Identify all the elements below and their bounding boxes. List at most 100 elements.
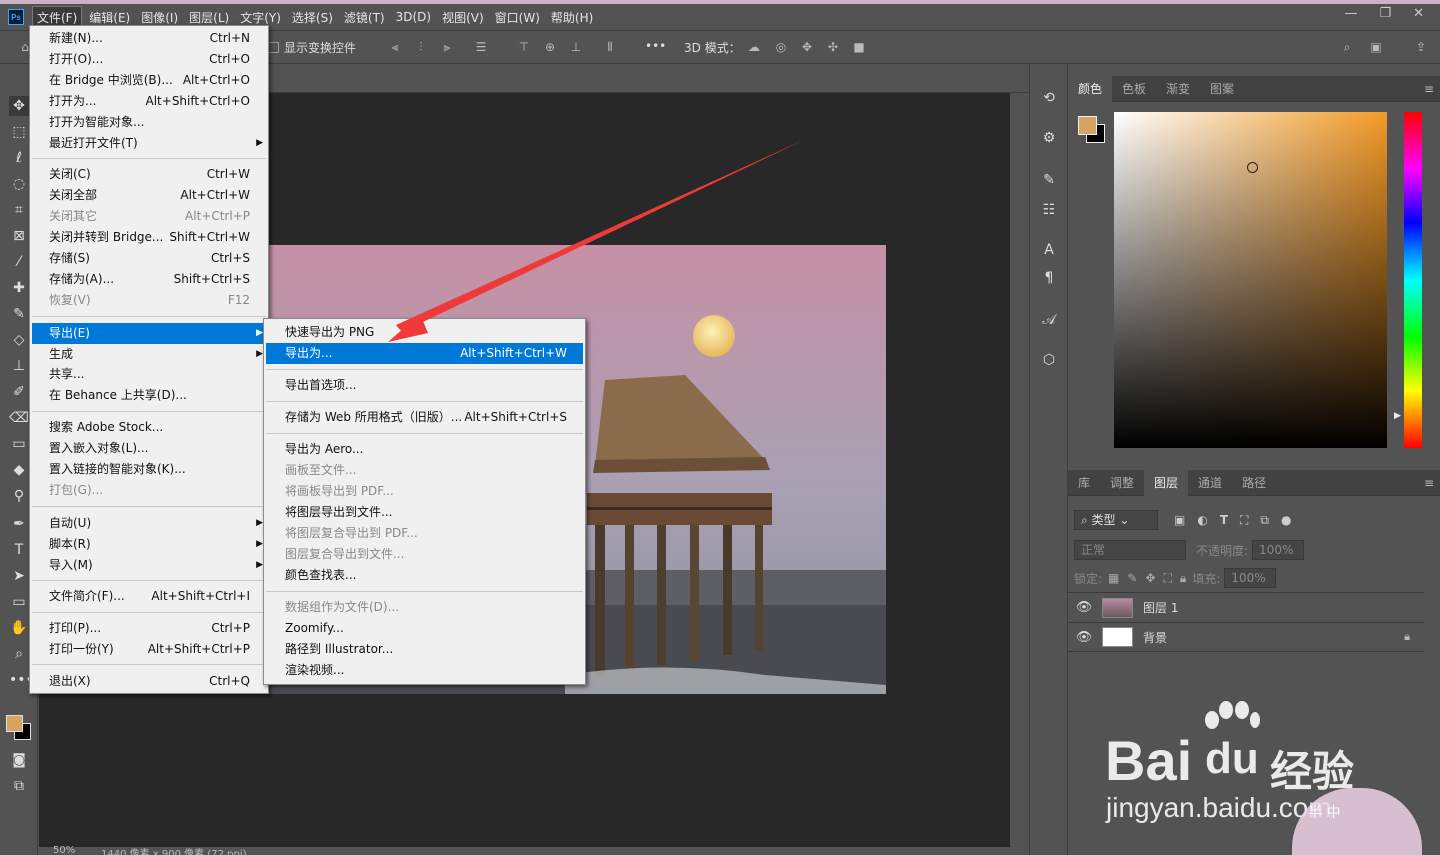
properties-panel-icon[interactable]: ⚙ xyxy=(1039,128,1059,148)
menu-item-automate[interactable]: 自动(U) ▶ xyxy=(32,513,266,534)
distribute-vertical-icon[interactable]: ⦀ xyxy=(603,40,617,54)
minimize-icon[interactable]: — xyxy=(1344,6,1357,21)
3d-drag-icon[interactable]: ✥ xyxy=(800,40,814,54)
submenu-item-color-lookup-tables[interactable]: 颜色查找表... xyxy=(266,565,583,586)
history-panel-icon[interactable]: ⟲ xyxy=(1039,88,1059,108)
filter-toggle-icon[interactable]: ● xyxy=(1281,513,1291,527)
history-brush-tool-icon[interactable]: ✐ xyxy=(9,382,29,402)
menu-item-print[interactable]: 打印(P)... Ctrl+P xyxy=(32,618,266,639)
screen-mode-icon[interactable]: ⧉ xyxy=(9,776,29,796)
menu-item-import[interactable]: 导入(M) ▶ xyxy=(32,555,266,576)
menu-item-scripts[interactable]: 脚本(R) ▶ xyxy=(32,534,266,555)
align-center-icon[interactable]: ⫶ xyxy=(414,40,428,54)
healing-tool-icon[interactable]: ✚ xyxy=(9,278,29,298)
eraser-tool-icon[interactable]: ⌫ xyxy=(9,408,29,428)
lasso-tool-icon[interactable]: ℓ xyxy=(9,148,29,168)
menu-item-save[interactable]: 存储(S) Ctrl+S xyxy=(32,248,266,269)
menu-item-share-behance[interactable]: 在 Behance 上共享(D)... xyxy=(32,385,266,406)
menu-3d[interactable]: 3D(D) xyxy=(392,8,435,26)
search-icon[interactable]: ⌕ xyxy=(1340,40,1354,54)
color-picker-ring[interactable] xyxy=(1247,162,1258,173)
quick-select-tool-icon[interactable]: ◌ xyxy=(9,174,29,194)
character-panel-icon[interactable]: A xyxy=(1039,240,1059,260)
restore-icon[interactable]: ❐ xyxy=(1379,6,1391,21)
hue-slider-arrow-icon[interactable]: ▶ xyxy=(1394,411,1401,421)
filter-smart-object-icon[interactable]: ⧉ xyxy=(1260,513,1269,528)
hue-slider[interactable] xyxy=(1404,112,1422,448)
menu-item-save-as[interactable]: 存储为(A)... Shift+Ctrl+S xyxy=(32,269,266,290)
tab-patterns[interactable]: 图案 xyxy=(1200,76,1244,102)
filter-pixel-icon[interactable]: ▣ xyxy=(1174,513,1185,527)
path-select-tool-icon[interactable]: ➤ xyxy=(9,566,29,586)
lock-transparent-icon[interactable]: ▦ xyxy=(1108,571,1119,585)
tab-swatches[interactable]: 色板 xyxy=(1112,76,1156,102)
stamp-tool-icon[interactable]: ⊥ xyxy=(9,356,29,376)
pen-tool-icon[interactable]: ✒ xyxy=(9,514,29,534)
menu-view[interactable]: 视图(V) xyxy=(438,7,488,28)
menu-item-recent-files[interactable]: 最近打开文件(T) ▶ xyxy=(32,133,266,154)
layer-row-layer1[interactable]: 👁︎ 图层 1 xyxy=(1068,592,1424,622)
menu-filter[interactable]: 滤镜(T) xyxy=(340,7,389,28)
menu-item-place-embedded[interactable]: 置入嵌入对象(L)... xyxy=(32,438,266,459)
color-picker-field[interactable] xyxy=(1114,112,1387,448)
menu-item-search-stock[interactable]: 搜索 Adobe Stock... xyxy=(32,417,266,438)
blend-mode-select[interactable]: 正常 xyxy=(1074,540,1186,560)
tab-layers[interactable]: 图层 xyxy=(1144,469,1189,496)
submenu-item-zoomify[interactable]: Zoomify... xyxy=(266,618,583,639)
menu-item-browse-bridge[interactable]: 在 Bridge 中浏览(B)... Alt+Ctrl+O xyxy=(32,70,266,91)
submenu-item-render-video[interactable]: 渲染视频... xyxy=(266,660,583,681)
submenu-item-export-preferences[interactable]: 导出首选项... xyxy=(266,375,583,396)
layer-filter-select[interactable]: ⌕ 类型 ⌄ xyxy=(1074,510,1158,530)
close-icon[interactable]: ✕ xyxy=(1413,6,1424,21)
submenu-item-quick-export-png[interactable]: 快速导出为 PNG xyxy=(266,322,583,343)
zoom-tool-icon[interactable]: ⌕ xyxy=(9,644,29,664)
align-right-icon[interactable]: ⫸ xyxy=(440,40,454,54)
3d-slide-icon[interactable]: ✣ xyxy=(826,40,840,54)
menu-item-place-linked[interactable]: 置入链接的智能对象(K)... xyxy=(32,459,266,480)
menu-item-export[interactable]: 导出(E) ▶ xyxy=(32,323,266,344)
tab-paths[interactable]: 路径 xyxy=(1232,470,1276,496)
frame-tool-icon[interactable]: ⊠ xyxy=(9,226,29,246)
align-top-icon[interactable]: ⊤ xyxy=(517,40,531,54)
submenu-item-export-as[interactable]: 导出为... Alt+Shift+Ctrl+W xyxy=(266,343,583,364)
tab-color[interactable]: 颜色 xyxy=(1068,75,1113,102)
opacity-input[interactable]: 100% xyxy=(1252,540,1305,560)
menu-window[interactable]: 窗口(W) xyxy=(491,7,544,28)
align-middle-icon[interactable]: ⊕ xyxy=(543,40,557,54)
align-bottom-icon[interactable]: ⊥ xyxy=(569,40,583,54)
submenu-item-export-aero[interactable]: 导出为 Aero... xyxy=(266,439,583,460)
lock-pixels-icon[interactable]: ✎ xyxy=(1127,571,1137,585)
menu-item-share[interactable]: 共享... xyxy=(32,364,266,385)
fill-input[interactable]: 100% xyxy=(1224,568,1277,588)
menu-item-close-all[interactable]: 关闭全部 Alt+Ctrl+W xyxy=(32,185,266,206)
more-options-button[interactable]: ••• xyxy=(645,39,666,53)
show-transform-checkbox[interactable] xyxy=(268,42,279,53)
menu-item-open-smart-object[interactable]: 打开为智能对象... xyxy=(32,112,266,133)
visibility-eye-icon[interactable]: 👁︎ xyxy=(1068,600,1100,615)
lock-position-icon[interactable]: ✥ xyxy=(1145,571,1155,585)
menu-select[interactable]: 选择(S) xyxy=(288,7,337,28)
filter-shape-icon[interactable]: ⛶ xyxy=(1240,513,1248,528)
menu-item-open-as[interactable]: 打开为... Alt+Shift+Ctrl+O xyxy=(32,91,266,112)
layers-panel-menu-icon[interactable]: ≡ xyxy=(1424,476,1434,490)
tab-channels[interactable]: 通道 xyxy=(1188,470,1232,496)
menu-item-close-go-bridge[interactable]: 关闭并转到 Bridge... Shift+Ctrl+W xyxy=(32,227,266,248)
share-icon[interactable]: ⇪ xyxy=(1414,40,1428,54)
layer-row-background[interactable]: 👁︎ 背景 🔒︎ xyxy=(1068,622,1424,652)
menu-help[interactable]: 帮助(H) xyxy=(547,7,597,28)
brush-settings-icon[interactable]: ✎ xyxy=(1039,170,1059,190)
tab-libraries[interactable]: 库 xyxy=(1068,470,1100,496)
edit-toolbar-icon[interactable]: ••• xyxy=(9,670,34,690)
document-scrollbar[interactable] xyxy=(1010,93,1029,847)
menu-item-generate[interactable]: 生成 ▶ xyxy=(32,344,266,365)
eyedropper-tool-icon[interactable]: ⁄ xyxy=(9,252,29,272)
align-left-icon[interactable]: ⫷ xyxy=(388,40,402,54)
marquee-tool-icon[interactable]: ⬚ xyxy=(9,122,29,142)
3d-orbit-icon[interactable]: ☁ xyxy=(747,40,761,54)
move-tool-icon[interactable]: ✥ xyxy=(9,96,29,116)
visibility-eye-icon[interactable]: 👁︎ xyxy=(1068,630,1100,645)
lock-artboard-icon[interactable]: ⛶ xyxy=(1164,571,1172,586)
menu-item-file-info[interactable]: 文件简介(F)... Alt+Shift+Ctrl+I xyxy=(32,586,266,607)
menu-item-exit[interactable]: 退出(X) Ctrl+Q xyxy=(32,671,266,692)
dodge-tool-icon[interactable]: ⚲ xyxy=(9,486,29,506)
